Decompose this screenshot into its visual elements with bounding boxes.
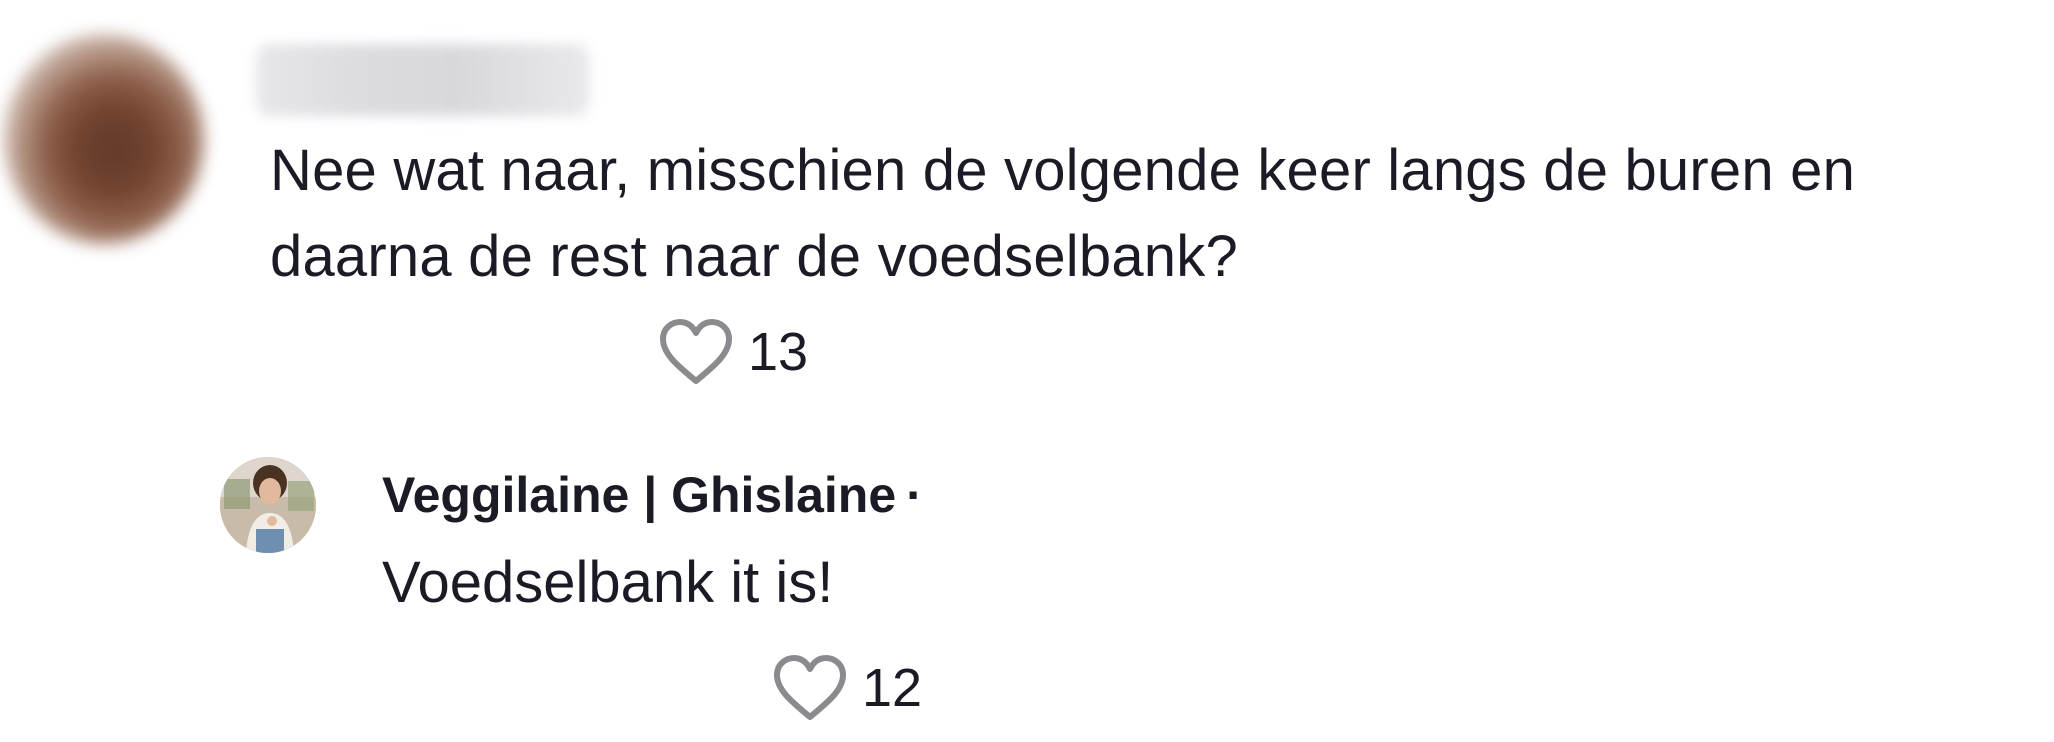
comment-like-count: 13 (748, 322, 809, 382)
comment-body-line: daarna de rest naar de voedselbank? (270, 224, 1238, 289)
comment-thread: Nee wat naar, misschien de volgende keer… (0, 0, 2054, 742)
separator-dot: · (906, 467, 923, 523)
commenter-username-redacted (256, 44, 590, 116)
comment-like-button[interactable]: 13 (658, 318, 808, 386)
reply-header: Veggilaine | Ghislaine · (382, 466, 923, 524)
reply-author-avatar[interactable] (220, 457, 316, 553)
heart-outline-icon[interactable] (772, 654, 848, 722)
avatar-photo (220, 457, 316, 553)
comment-body-line: Nee wat naar, misschien de volgende keer… (270, 138, 1856, 203)
comment-body: Nee wat naar, misschien de volgende keer… (270, 128, 2040, 300)
heart-outline-icon[interactable] (658, 318, 734, 386)
reply-author-name[interactable]: Veggilaine | Ghislaine (382, 467, 896, 523)
reply-body: Voedselbank it is! (382, 550, 834, 615)
reply-like-count: 12 (862, 658, 923, 718)
commenter-avatar[interactable] (4, 34, 204, 244)
reply-like-button[interactable]: 12 (772, 654, 922, 722)
